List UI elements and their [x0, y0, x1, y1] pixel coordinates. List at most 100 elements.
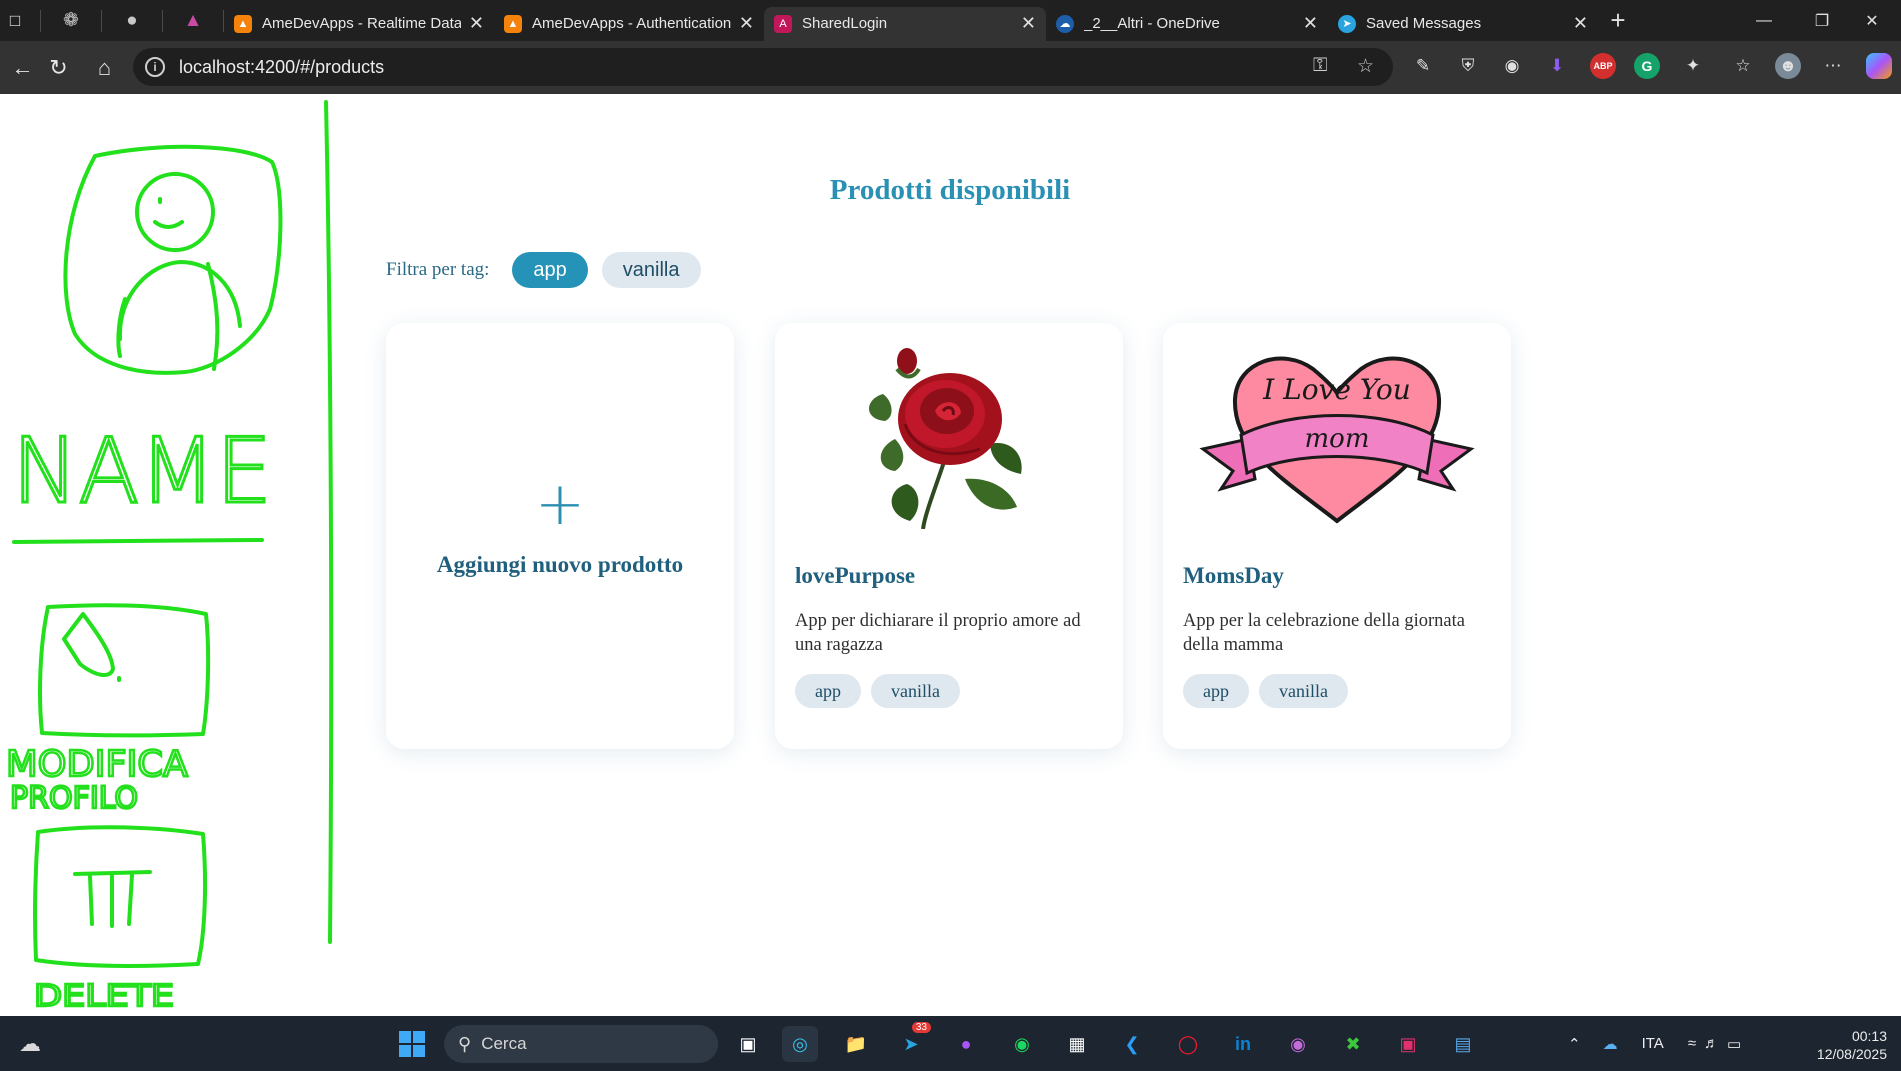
product-tag-vanilla[interactable]: vanilla [1259, 674, 1348, 708]
language-indicator[interactable]: ITA [1642, 1035, 1664, 1052]
tab-title: SharedLogin [802, 15, 888, 32]
copilot-icon[interactable] [1866, 53, 1892, 79]
pinned-tab-github-icon[interactable]: ● [102, 5, 162, 37]
weather-icon[interactable]: ☁ [12, 1026, 48, 1062]
eyedropper-extension-icon[interactable]: ✎ [1410, 53, 1436, 79]
more-options-icon[interactable]: ⋯ [1820, 53, 1846, 79]
pencil-icon [62, 612, 115, 677]
new-tab-button[interactable]: + [1598, 5, 1638, 36]
tab-title: AmeDevApps - Authentication [532, 15, 731, 32]
product-description: App per dichiarare il proprio amore ad u… [795, 611, 1081, 655]
reload-icon[interactable]: ↻ [36, 48, 81, 88]
close-icon[interactable]: ✕ [1303, 13, 1318, 34]
vscode-icon[interactable]: ❮ [1114, 1026, 1150, 1062]
product-name: lovePurpose [795, 563, 916, 588]
tag-filter-row: Filtra per tag: app vanilla [386, 252, 715, 288]
messenger-icon[interactable]: ● [948, 1026, 984, 1062]
close-icon[interactable]: ✕ [1021, 13, 1036, 34]
address-bar-row: ← ↻ ⌂ i localhost:4200/#/products ⚿ ☆ ✎ … [0, 41, 1901, 94]
grammarly-extension-icon[interactable]: G [1634, 53, 1660, 79]
adblock-extension-icon[interactable]: ABP [1590, 53, 1616, 79]
filter-chip-app[interactable]: app [512, 252, 588, 288]
system-tray: ⌃ ☁ ITA ≈ ♬ ▭ [1568, 1016, 1741, 1071]
heart-text-line1: I Love You [1262, 373, 1411, 406]
tab-strip: □ ❁ ● ▲ ▲ AmeDevApps - Realtime Datab ✕ … [0, 0, 1901, 41]
sketch-edit-profile-label: MODIFICA [6, 744, 188, 785]
favorites-icon[interactable]: ☆ [1730, 53, 1756, 79]
search-icon: ⚲ [458, 1033, 472, 1054]
notepad-icon[interactable]: ▤ [1445, 1026, 1481, 1062]
product-tag-vanilla[interactable]: vanilla [871, 674, 960, 708]
product-tag-app[interactable]: app [795, 674, 861, 708]
home-icon[interactable]: ⌂ [82, 48, 127, 88]
show-hidden-icons-icon[interactable]: ⌃ [1568, 1035, 1581, 1053]
favorite-star-icon[interactable]: ☆ [1357, 55, 1374, 78]
name-underline [12, 538, 264, 544]
task-view-icon[interactable]: ▣ [730, 1026, 766, 1062]
product-description: App per la celebrazione della giornata d… [1183, 611, 1465, 655]
onedrive-icon: ☁ [1056, 14, 1074, 33]
taskbar-search-input[interactable]: ⚲ Cerca [444, 1025, 718, 1063]
sketch-vertical-divider [324, 100, 334, 944]
tab-actions-icon[interactable]: □ [0, 0, 30, 41]
sketch-sidebar: NAME MODIFICA PROFILO DELETE [5, 100, 334, 1015]
firebase-icon: ▲ [234, 14, 252, 33]
rose-flower [898, 373, 1002, 465]
angular-icon: A [774, 14, 792, 33]
app-icon[interactable]: ◉ [1280, 1026, 1316, 1062]
volume-icon[interactable]: ♬ [1704, 1035, 1719, 1052]
download-extension-icon[interactable]: ⬇ [1544, 53, 1570, 79]
start-windows-icon[interactable] [394, 1026, 430, 1062]
wifi-icon[interactable]: ≈ [1688, 1035, 1696, 1052]
close-icon[interactable]: ✕ [739, 13, 754, 34]
profile-avatar-icon[interactable]: ☻ [1775, 53, 1801, 79]
shield-extension-icon[interactable]: ⛨ [1455, 53, 1481, 79]
url-text: localhost:4200/#/products [179, 56, 385, 77]
spotify-icon[interactable]: ◉ [1004, 1026, 1040, 1062]
battery-icon[interactable]: ▭ [1727, 1035, 1741, 1053]
onedrive-tray-icon[interactable]: ☁ [1603, 1035, 1618, 1053]
address-input[interactable]: i localhost:4200/#/products ⚿ ☆ [133, 48, 1393, 86]
opera-icon[interactable]: ◯ [1170, 1026, 1206, 1062]
firebase-icon: ▲ [504, 14, 522, 33]
tab-authentication[interactable]: ▲ AmeDevApps - Authentication ✕ [494, 7, 764, 41]
file-explorer-icon[interactable]: 📁 [838, 1026, 874, 1062]
avatar-body [117, 260, 242, 341]
linkedin-icon[interactable]: in [1225, 1026, 1261, 1062]
plus-icon: + [534, 469, 586, 539]
clock[interactable]: 00:13 12/08/2025 [1817, 1027, 1887, 1063]
instagram-icon[interactable]: ▣ [1390, 1026, 1426, 1062]
product-card[interactable]: lovePurpose App per dichiarare il propri… [775, 323, 1123, 749]
tab-title: _2__Altri - OneDrive [1084, 15, 1220, 32]
product-tag-app[interactable]: app [1183, 674, 1249, 708]
filter-chip-vanilla[interactable]: vanilla [601, 252, 701, 288]
xbox-icon[interactable]: ✖ [1335, 1026, 1371, 1062]
tab-sharedlogin[interactable]: A SharedLogin ✕ [764, 6, 1046, 41]
store-icon[interactable]: ▦ [1059, 1026, 1095, 1062]
page-title: Prodotti disponibili [0, 174, 1900, 207]
pinned-tab-angular-icon[interactable]: ▲ [163, 5, 223, 37]
site-info-icon[interactable]: i [145, 57, 165, 77]
telegram-taskbar-icon[interactable]: ➤ 33 [893, 1022, 931, 1062]
trash-icon [73, 870, 152, 928]
close-window-icon[interactable]: ✕ [1843, 0, 1901, 41]
rose-image [869, 348, 1022, 529]
product-card[interactable]: I Love You mom MomsDay App per la celebr… [1163, 323, 1511, 749]
minimize-icon[interactable]: — [1735, 0, 1793, 41]
tab-onedrive[interactable]: ☁ _2__Altri - OneDrive ✕ [1046, 7, 1328, 41]
avatar-smile [153, 220, 184, 229]
extensions-puzzle-icon[interactable]: ✦ [1680, 53, 1706, 79]
pinned-tab-openai-icon[interactable]: ❁ [41, 5, 101, 37]
close-icon[interactable]: ✕ [1573, 13, 1588, 34]
product-tags: app vanilla [1183, 674, 1358, 708]
edit-profile-box [38, 603, 211, 738]
tab-saved-messages[interactable]: ➤ Saved Messages ✕ [1328, 7, 1598, 41]
edge-icon[interactable]: ◎ [782, 1026, 818, 1062]
camera-extension-icon[interactable]: ◉ [1499, 53, 1525, 79]
clock-date: 12/08/2025 [1816, 1046, 1887, 1062]
close-icon[interactable]: ✕ [469, 13, 484, 34]
add-product-card[interactable]: + Aggiungi nuovo prodotto [386, 323, 734, 749]
filter-label: Filtra per tag: [386, 259, 490, 280]
tab-realtime-db[interactable]: ▲ AmeDevApps - Realtime Datab ✕ [224, 7, 494, 41]
key-icon[interactable]: ⚿ [1313, 55, 1327, 77]
